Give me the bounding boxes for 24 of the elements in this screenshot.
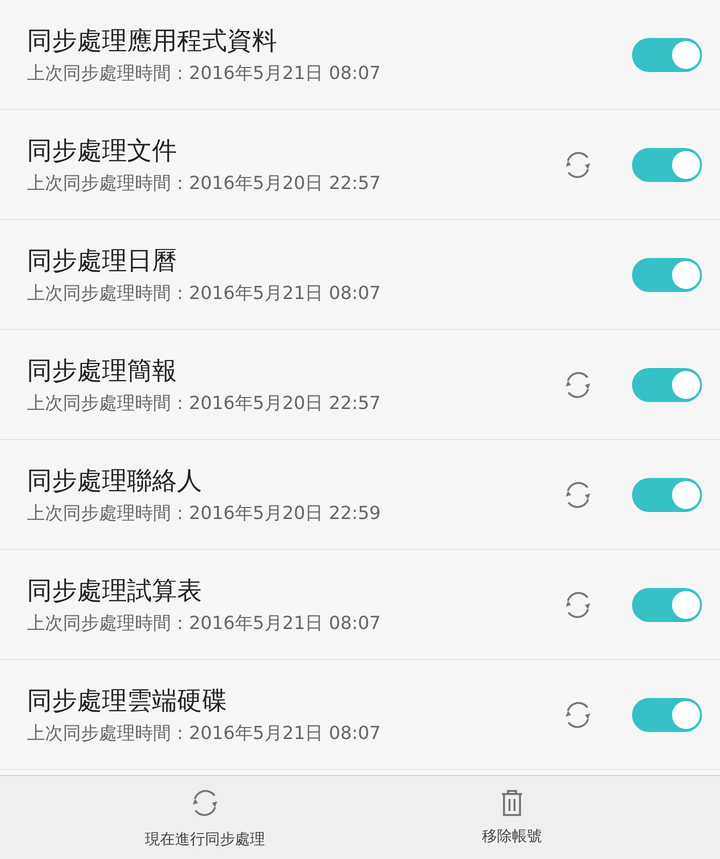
last-sync-time: 上次同步處理時間：2016年5月20日 22:59 (27, 502, 382, 525)
last-sync-time: 上次同步處理時間：2016年5月21日 08:07 (27, 722, 382, 745)
toggle-switch[interactable] (632, 588, 702, 622)
toggle-switch[interactable] (632, 368, 702, 402)
last-sync-time: 上次同步處理時間：2016年5月20日 22:57 (27, 172, 382, 195)
sync-item-title: 同步處理聯絡人 (27, 465, 203, 497)
last-sync-time: 上次同步處理時間：2016年5月21日 08:07 (27, 62, 382, 85)
last-sync-time: 上次同步處理時間：2016年5月20日 22:57 (27, 392, 382, 415)
toggle-switch[interactable] (632, 38, 702, 72)
sync-item-title: 同步處理日曆 (27, 245, 178, 277)
toggle-switch[interactable] (632, 698, 702, 732)
last-sync-time: 上次同步處理時間：2016年5月21日 08:07 (27, 612, 382, 635)
sync-item-title: 同步處理試算表 (27, 575, 203, 607)
sync-item-title: 同步處理簡報 (27, 355, 178, 387)
remove-account-button[interactable]: 移除帳號 (410, 776, 614, 859)
toggle-switch[interactable] (632, 478, 702, 512)
toggle-switch[interactable] (632, 258, 702, 292)
last-sync-time: 上次同步處理時間：2016年5月21日 08:07 (27, 282, 382, 305)
toggle-switch[interactable] (632, 148, 702, 182)
sync-now-button[interactable]: 現在進行同步處理 (0, 776, 410, 859)
trash-icon (500, 789, 524, 817)
sync-item-title: 同步處理應用程式資料 (27, 25, 278, 57)
sync-item-title: 同步處理文件 (27, 135, 178, 167)
sync-item-title: 同步處理雲端硬碟 (27, 685, 228, 717)
